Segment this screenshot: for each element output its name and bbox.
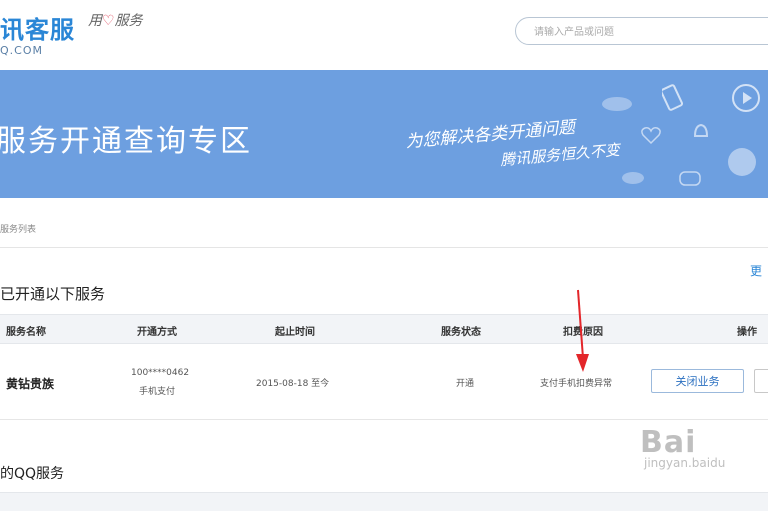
penguin-icon: [725, 145, 759, 179]
column-header-status: 服务状态: [441, 327, 481, 338]
slogan-prefix: 用: [88, 13, 102, 29]
search-input[interactable]: [532, 23, 756, 41]
search-box[interactable]: [515, 17, 768, 45]
logo-domain: Q.COM: [0, 44, 43, 57]
service-name: 黄钻贵族: [6, 377, 55, 391]
footer-table-header: [0, 492, 768, 511]
close-service-button[interactable]: 关闭业务: [651, 369, 744, 393]
more-link[interactable]: 更: [750, 262, 762, 279]
heart-outline-icon: [640, 125, 662, 145]
charge-reason: 支付手机扣费异常: [540, 379, 613, 389]
service-period: 2015-08-18 至今: [256, 379, 330, 389]
arrow-down-icon: [576, 289, 589, 372]
column-header-method: 开通方式: [137, 327, 177, 338]
section-title-qq-services: 的QQ服务: [0, 466, 65, 482]
play-icon: [730, 82, 762, 114]
table-row: 黄钻贵族 100****0462 手机支付 2015-08-18 至今 开通 支…: [0, 344, 768, 420]
cloud-icon: [620, 168, 646, 186]
method-account: 100****0462: [131, 368, 190, 378]
logo[interactable]: 讯客服: [0, 10, 75, 45]
column-header-action: 操作: [737, 327, 757, 338]
table-header: 服务名称 开通方式 起止时间 服务状态 扣费原因 操作: [0, 314, 768, 344]
heart-icon: ♡: [102, 13, 115, 29]
breadcrumb[interactable]: 服务列表: [0, 222, 36, 235]
divider: [0, 247, 768, 248]
banner-slogan-line2: 腾讯服务恒久不变: [499, 140, 621, 170]
watermark-url: jingyan.baidu: [644, 456, 726, 470]
column-header-name: 服务名称: [6, 327, 46, 338]
more-action-button[interactable]: [754, 369, 768, 393]
phone-icon: [662, 84, 684, 112]
baidu-watermark: Bai jingyan.baidu: [640, 425, 725, 470]
chat-bubble-icon: [600, 94, 634, 114]
header-slogan: 用♡服务: [88, 10, 143, 30]
watermark-logo: Bai: [640, 425, 697, 460]
speech-icon: [678, 170, 702, 190]
column-header-period: 起止时间: [275, 327, 315, 338]
section-title-active-services: 已开通以下服务: [0, 285, 106, 303]
method-type: 手机支付: [139, 387, 176, 397]
banner-title: 服务开通查询专区: [0, 124, 252, 159]
bell-icon: [690, 120, 712, 142]
slogan-suffix: 服务: [114, 13, 143, 29]
banner: 服务开通查询专区 为您解决各类开通问题 腾讯服务恒久不变: [0, 70, 768, 198]
site-header: 讯客服 Q.COM 用♡服务: [0, 0, 768, 70]
service-status: 开通: [456, 379, 475, 389]
